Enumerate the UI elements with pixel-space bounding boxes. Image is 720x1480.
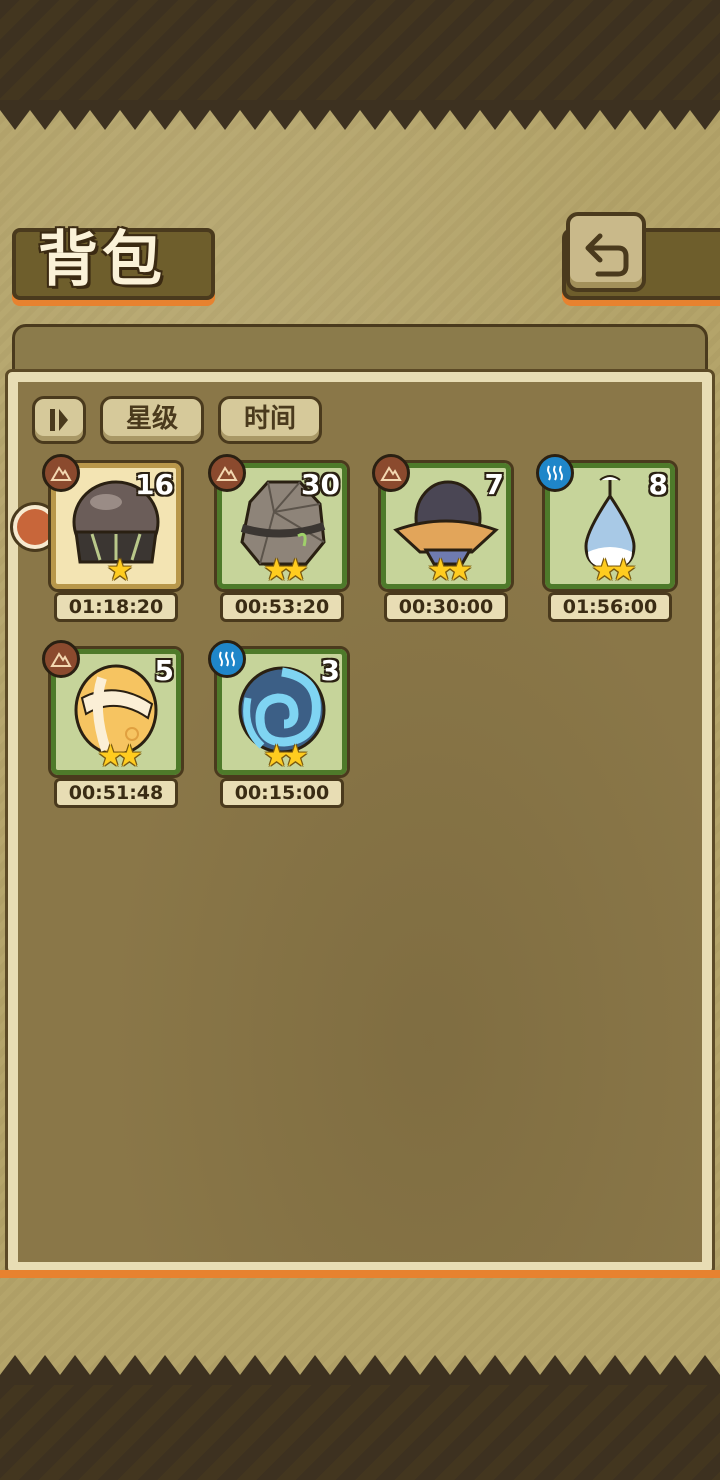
mountain-icon <box>50 652 72 667</box>
water-element-badge <box>536 454 574 492</box>
item-timer: 00:53:20 <box>220 592 344 622</box>
item-timer: 00:15:00 <box>220 778 344 808</box>
inventory-item[interactable]: 3 ★★ 00:15:00 <box>208 640 350 810</box>
panel-bottom-accent <box>0 1270 720 1278</box>
inventory-item[interactable]: 16 ★ 01:18:20 <box>42 454 184 624</box>
inventory-item[interactable]: 5 ★★ 00:51:48 <box>42 640 184 810</box>
mountain-icon <box>50 466 72 481</box>
back-button[interactable] <box>566 212 646 292</box>
return-arrow-icon <box>585 233 629 277</box>
sort-by-time-button[interactable]: 时间 <box>218 396 322 444</box>
sort-by-star-button[interactable]: 星级 <box>100 396 204 444</box>
inventory-item[interactable]: 8 ★★ 01:56:00 <box>536 454 678 624</box>
page-title: 背包 <box>38 225 166 295</box>
item-timer: 00:30:00 <box>384 592 508 622</box>
water-waves-icon <box>547 465 563 481</box>
item-stars: ★★ <box>427 553 473 588</box>
item-stars: ★ <box>106 553 134 588</box>
item-count: 30 <box>301 468 340 501</box>
item-timer: 01:18:20 <box>54 592 178 622</box>
item-count: 8 <box>648 468 668 501</box>
mountain-icon <box>216 466 238 481</box>
item-stars: ★★ <box>263 739 309 774</box>
item-stars: ★★ <box>263 553 309 588</box>
item-count: 3 <box>320 654 340 687</box>
bottom-background-band <box>0 1380 720 1480</box>
earth-element-badge <box>42 454 80 492</box>
earth-element-badge <box>372 454 410 492</box>
item-timer: 00:51:48 <box>54 778 178 808</box>
pause-sort-icon <box>50 409 68 431</box>
water-element-badge <box>208 640 246 678</box>
item-stars: ★★ <box>97 739 143 774</box>
sort-toggle-button[interactable] <box>32 396 86 444</box>
water-waves-icon <box>219 651 235 667</box>
earth-element-badge <box>208 454 246 492</box>
item-count: 7 <box>484 468 504 501</box>
item-count: 5 <box>154 654 174 687</box>
inventory-item[interactable]: 30 ★★ 00:53:20 <box>208 454 350 624</box>
item-count: 16 <box>135 468 174 501</box>
inventory-item[interactable]: 7 ★★ 00:30:00 <box>372 454 514 624</box>
mountain-icon <box>380 466 402 481</box>
item-timer: 01:56:00 <box>548 592 672 622</box>
top-zigzag-border <box>0 100 720 130</box>
earth-element-badge <box>42 640 80 678</box>
item-stars: ★★ <box>591 553 637 588</box>
bottom-zigzag-border <box>0 1355 720 1385</box>
top-background-band <box>0 0 720 110</box>
